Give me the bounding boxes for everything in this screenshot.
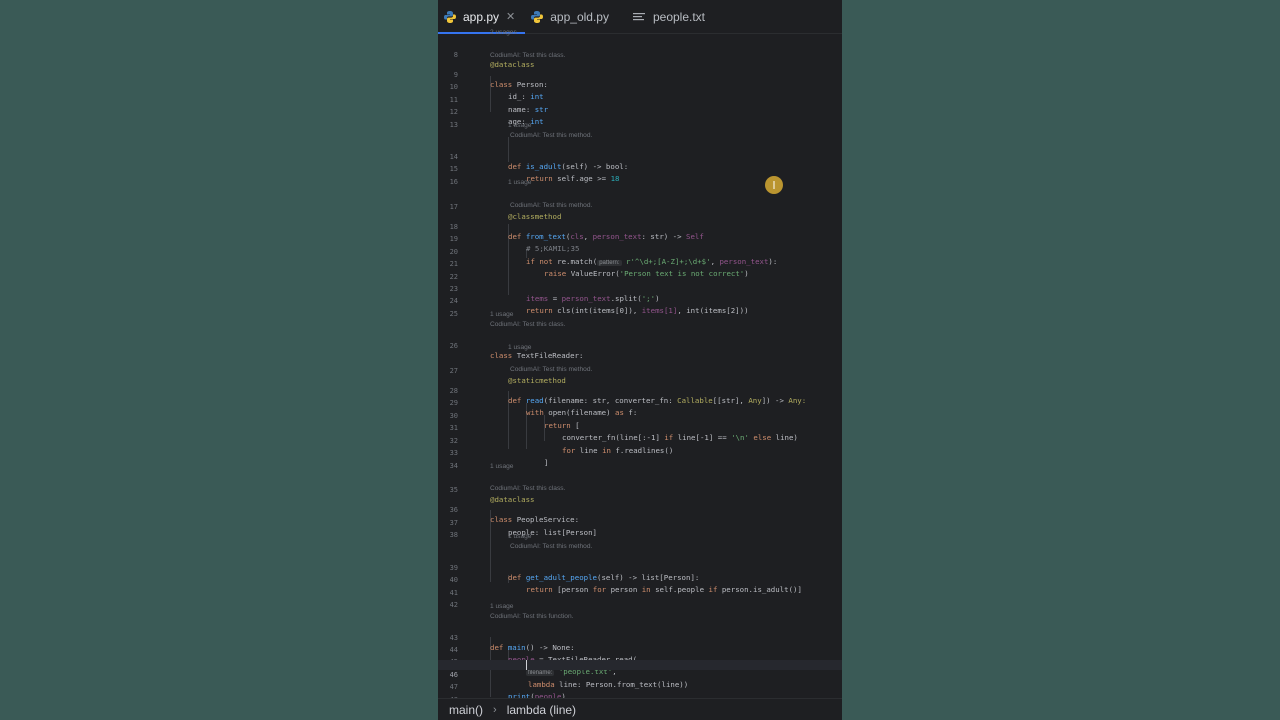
tab-label: app_old.py xyxy=(550,9,609,24)
usage-hint[interactable]: 1 usage xyxy=(508,344,531,351)
line-number: 26 xyxy=(449,342,458,350)
codium-hint[interactable]: CodiumAI: Test this function. xyxy=(490,613,573,620)
code-line: 45 filename: 'people.txt', xyxy=(438,647,842,676)
breadcrumb-item-lambda[interactable]: lambda (line) xyxy=(507,703,576,717)
code-line: 29 with open(filename) as f: xyxy=(438,388,842,417)
code-line: 11 name: str xyxy=(438,85,842,114)
code-editor[interactable]: 2 usages 8 @dataclass CodiumAI: Test thi… xyxy=(438,29,842,704)
line-number: 34 xyxy=(449,462,458,470)
code-line: 38 xyxy=(438,520,842,539)
usage-hint[interactable]: 1 usage xyxy=(508,122,531,129)
text-file-icon xyxy=(632,12,645,20)
code-line: 48 xyxy=(438,685,842,704)
chevron-right-icon: › xyxy=(493,703,497,716)
usage-hint[interactable]: 1 usage xyxy=(490,463,513,470)
line-number: 13 xyxy=(449,121,458,129)
line-number: 8 xyxy=(453,51,458,59)
codium-hint[interactable]: CodiumAI: Test this class. xyxy=(490,52,565,59)
mouse-pointer-highlight xyxy=(765,176,783,194)
code-line: 14 def is_adult(self) -> bool: xyxy=(438,142,842,171)
tab-label: people.txt xyxy=(652,9,706,24)
usage-hint[interactable]: 1 usage xyxy=(508,533,531,540)
python-icon xyxy=(444,10,456,23)
line-number: 17 xyxy=(449,203,458,211)
code-line: 40 return [person for person in self.peo… xyxy=(438,565,842,594)
codium-hint[interactable]: CodiumAI: Test this method. xyxy=(510,132,592,139)
code-line: 35 @dataclass xyxy=(438,475,842,504)
usage-hint[interactable]: 1 usage xyxy=(490,311,513,318)
code-line: 27 @staticmethod xyxy=(438,356,842,385)
code-line: 28 def read(filename: str, converter_fn:… xyxy=(438,376,842,405)
code-line: 18 def from_text(cls, person_text: str) … xyxy=(438,212,842,241)
code-line: 25 xyxy=(438,299,842,318)
code-line: 20 if not re.match(pattern: r'^\d+;[A-Z]… xyxy=(438,237,842,266)
python-icon xyxy=(531,10,544,23)
usage-hint[interactable]: 1 usage xyxy=(508,179,531,186)
breadcrumb-item-main[interactable]: main() xyxy=(449,703,483,717)
code-line: 22 xyxy=(438,262,842,281)
codium-hint[interactable]: CodiumAI: Test this method. xyxy=(510,543,592,550)
line-number: 27 xyxy=(449,367,458,375)
tab-app-old-py[interactable]: app_old.py xyxy=(525,0,619,33)
code-line: 9 class Person: xyxy=(438,60,842,89)
code-line: 41 xyxy=(438,578,842,597)
code-line: 24 return cls(int(items[0]), items[1], i… xyxy=(438,286,842,315)
code-line: 33 ] xyxy=(438,438,842,467)
code-line: 47 print(people) xyxy=(438,672,842,701)
tab-label: app.py xyxy=(463,9,500,24)
breadcrumb: main() › lambda (line) xyxy=(438,698,842,720)
code-line: 32 for line in f.readlines() xyxy=(438,426,842,455)
code-line: 21 raise ValueError('Person text is not … xyxy=(438,249,842,278)
code-line: 16 xyxy=(438,167,842,186)
codium-hint[interactable]: CodiumAI: Test this class. xyxy=(490,485,565,492)
code-line: 19 # 5;KAMIL;35 xyxy=(438,224,842,253)
usage-hint[interactable]: 1 usage xyxy=(490,603,513,610)
tab-people-txt[interactable]: people.txt xyxy=(619,0,715,33)
code-line: 31 converter_fn(line[:-1] if line[-1] ==… xyxy=(438,413,842,442)
current-code-line: 46 lambda line: Person.from_text(line)) xyxy=(438,660,842,689)
line-number: 35 xyxy=(449,486,458,494)
code-line: 26 class TextFileReader: xyxy=(438,331,842,360)
line-number: 25 xyxy=(449,310,458,318)
ide-window: app.py ✕ app_old.py people.txt 2 usages … xyxy=(438,0,842,720)
usage-hint[interactable]: 2 usages xyxy=(490,29,517,36)
code-line: 8 @dataclass xyxy=(438,40,842,69)
line-number: 42 xyxy=(449,601,458,609)
codium-hint[interactable]: CodiumAI: Test this method. xyxy=(510,366,592,373)
line-number: 38 xyxy=(449,531,458,539)
code-line: 43 def main() -> None: xyxy=(438,623,842,652)
code-line: 42 xyxy=(438,590,842,609)
code-line: 37 people: list[Person] xyxy=(438,508,842,537)
code-line: 39 def get_adult_people(self) -> list[Pe… xyxy=(438,553,842,582)
code-line: 15 return self.age >= 18 xyxy=(438,154,842,183)
code-line: 12 age: int xyxy=(438,97,842,126)
code-line: 17 @classmethod xyxy=(438,192,842,221)
code-line: 44 people = TextFileReader.read( xyxy=(438,635,842,664)
code-line: 34 xyxy=(438,451,842,470)
line-number: 16 xyxy=(449,178,458,186)
code-line: 30 return [ xyxy=(438,401,842,430)
codium-hint[interactable]: CodiumAI: Test this method. xyxy=(510,202,592,209)
close-icon[interactable]: ✕ xyxy=(506,10,515,23)
code-line: 13 xyxy=(438,110,842,129)
code-line: 10 id_: int xyxy=(438,72,842,101)
text-cursor xyxy=(526,660,527,670)
code-line: 36 class PeopleService: xyxy=(438,495,842,524)
code-line: 23 items = person_text.split(';') xyxy=(438,274,842,303)
codium-hint[interactable]: CodiumAI: Test this class. xyxy=(490,321,565,328)
